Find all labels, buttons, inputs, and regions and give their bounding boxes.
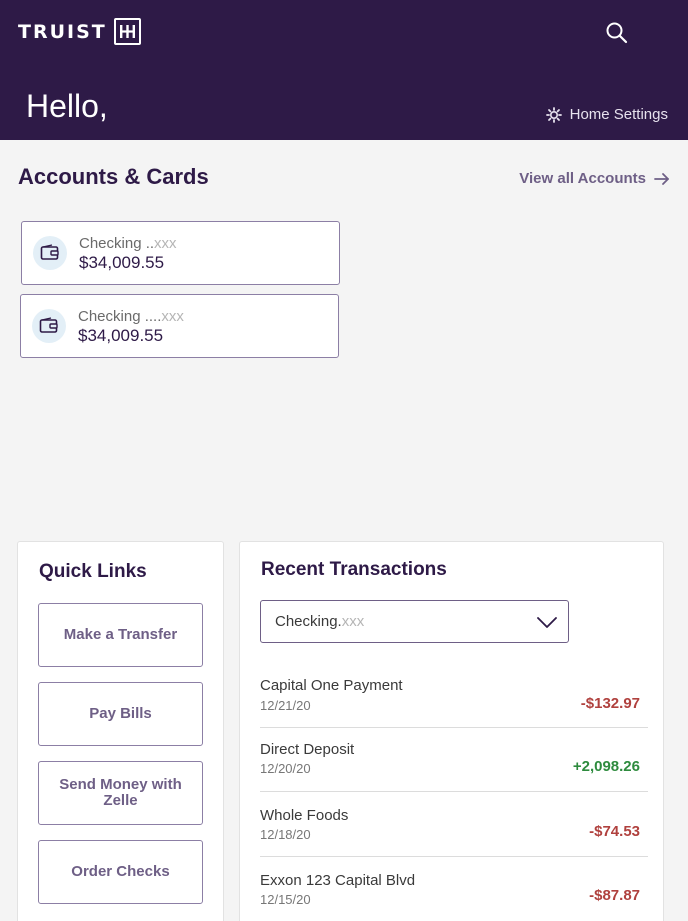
home-settings-button[interactable]: Home Settings	[545, 106, 668, 123]
transaction-date: 12/18/20	[260, 827, 311, 842]
pay-bills-button[interactable]: Pay Bills	[38, 682, 203, 746]
account-balance: $34,009.55	[78, 326, 164, 345]
transaction-row[interactable]: Exxon 123 Capital Blvd 12/15/20 -$87.87	[260, 858, 648, 921]
chevron-down-icon	[537, 617, 557, 628]
transaction-row[interactable]: Direct Deposit 12/20/20 +2,098.26	[260, 728, 648, 792]
account-card[interactable]: Checking ..xxx $34,009.55	[21, 221, 340, 285]
accounts-section-title: Accounts & Cards	[18, 164, 209, 189]
quick-links-title: Quick Links	[39, 561, 147, 582]
truist-logo[interactable]: TRUIST	[18, 18, 141, 45]
order-checks-button[interactable]: Order Checks	[38, 840, 203, 904]
account-name: Checking ....xxx	[78, 308, 184, 325]
transaction-date: 12/15/20	[260, 892, 311, 907]
transaction-name: Whole Foods	[260, 807, 349, 824]
logo-text: TRUIST	[18, 20, 107, 43]
wallet-icon	[33, 236, 67, 270]
account-card[interactable]: Checking ....xxx $34,009.55	[20, 294, 339, 358]
send-money-zelle-button[interactable]: Send Money with Zelle	[38, 761, 203, 825]
transaction-name: Direct Deposit	[260, 741, 355, 758]
account-name: Checking ..xxx	[79, 235, 177, 252]
app-header: TRUIST Hello, Home Settings	[0, 0, 688, 140]
account-balance: $34,009.55	[79, 253, 165, 272]
logo-mark-icon	[113, 18, 141, 45]
selected-account-label: Checking.xxx	[275, 613, 365, 630]
transaction-row[interactable]: Capital One Payment 12/21/20 -$132.97	[260, 664, 648, 728]
greeting: Hello,	[26, 88, 108, 124]
recent-transactions-panel: Recent Transactions Checking.xxx Capital…	[239, 541, 664, 921]
home-settings-label: Home Settings	[569, 106, 668, 123]
wallet-icon	[32, 309, 66, 343]
account-select-dropdown[interactable]: Checking.xxx	[260, 600, 569, 643]
transaction-amount: -$74.53	[589, 823, 640, 840]
view-all-accounts-link[interactable]: View all Accounts	[519, 170, 670, 187]
transaction-amount: -$132.97	[580, 695, 640, 712]
transaction-date: 12/21/20	[260, 698, 311, 713]
quick-links-panel: Quick Links Make a Transfer Pay Bills Se…	[17, 541, 224, 921]
transaction-name: Exxon 123 Capital Blvd	[260, 872, 416, 889]
make-transfer-button[interactable]: Make a Transfer	[38, 603, 203, 667]
search-icon[interactable]	[604, 20, 630, 46]
transaction-amount: -$87.87	[589, 887, 640, 904]
gear-icon	[545, 106, 562, 123]
arrow-right-icon	[654, 172, 669, 185]
transaction-row[interactable]: Whole Foods 12/18/20 -$74.53	[260, 793, 648, 857]
recent-transactions-title: Recent Transactions	[261, 559, 447, 580]
view-all-accounts-label: View all Accounts	[519, 170, 646, 187]
transaction-name: Capital One Payment	[260, 677, 403, 694]
transaction-amount: +2,098.26	[572, 758, 640, 775]
transaction-date: 12/20/20	[260, 761, 311, 776]
